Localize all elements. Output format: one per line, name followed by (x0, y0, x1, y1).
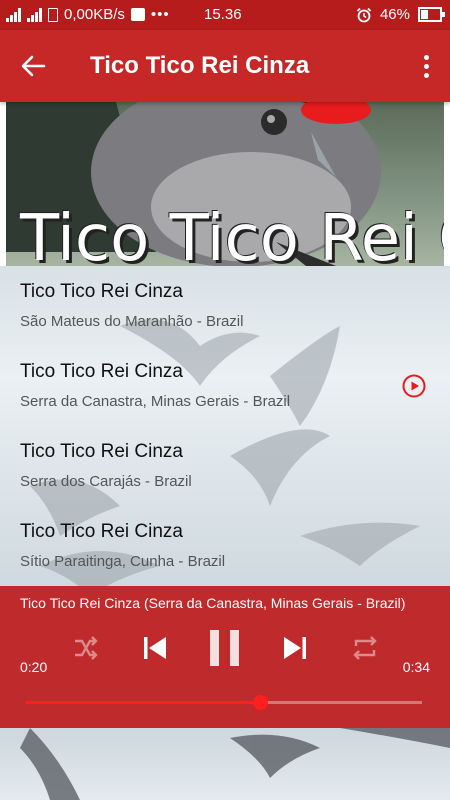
signal-icon (27, 7, 42, 22)
battery-saver-icon (48, 7, 58, 22)
previous-icon[interactable] (135, 628, 175, 668)
signal-icon (6, 7, 21, 22)
pause-icon[interactable] (205, 628, 245, 668)
next-icon[interactable] (275, 628, 315, 668)
track-title: Tico Tico Rei Cinza (20, 361, 183, 382)
track-item-3[interactable]: Tico Tico Rei Cinza Serra dos Carajás - … (0, 426, 450, 506)
seek-bar[interactable] (26, 695, 422, 710)
seek-handle[interactable] (252, 695, 268, 710)
player-panel: Tico Tico Rei Cinza (Serra da Canastra, … (0, 586, 450, 728)
status-bar: 0,00KB/s ••• 15.36 46% (0, 0, 450, 30)
track-list: Tico Tico Rei Cinza São Mateus do Maranh… (0, 266, 450, 586)
bird-photo: Tico Tico Rei Cinza (6, 102, 444, 266)
background-image (0, 728, 450, 800)
track-location: Sítio Paraitinga, Cunha - Brazil (20, 553, 226, 570)
shuffle-icon[interactable] (65, 628, 105, 668)
track-title: Tico Tico Rei Cinza (20, 521, 183, 542)
hero-image: Tico Tico Rei Cinza (0, 102, 450, 266)
clock-text: 15.36 (204, 6, 242, 23)
hero-caption: Tico Tico Rei Cinza (20, 202, 444, 266)
alarm-icon (356, 7, 372, 22)
track-title: Tico Tico Rei Cinza (20, 441, 183, 462)
more-dots-icon: ••• (150, 6, 170, 23)
now-playing-text: Tico Tico Rei Cinza (Serra da Canastra, … (20, 595, 406, 611)
battery-level (421, 10, 429, 19)
track-item-4[interactable]: Tico Tico Rei Cinza Sítio Paraitinga, Cu… (0, 506, 450, 586)
track-location: Serra dos Carajás - Brazil (20, 473, 192, 490)
repeat-icon[interactable] (345, 628, 385, 668)
track-title: Tico Tico Rei Cinza (20, 281, 183, 302)
track-location: Serra da Canastra, Minas Gerais - Brazil (20, 393, 291, 410)
speed-text: 0,00KB/s (64, 6, 125, 23)
seek-progress (26, 701, 260, 704)
page-title: Tico Tico Rei Cinza (90, 52, 310, 79)
flying-birds-background (20, 728, 450, 800)
track-location: São Mateus do Maranhão - Brazil (20, 313, 244, 330)
current-time: 0:20 (20, 659, 48, 675)
back-arrow-icon[interactable] (16, 50, 52, 82)
battery-icon (418, 7, 445, 22)
battery-percent-text: 46% (379, 6, 410, 23)
app-bar: Tico Tico Rei Cinza (0, 30, 450, 102)
track-item-1[interactable]: Tico Tico Rei Cinza São Mateus do Maranh… (0, 266, 450, 346)
now-playing-icon[interactable] (402, 374, 426, 398)
track-item-2[interactable]: Tico Tico Rei Cinza Serra da Canastra, M… (0, 346, 450, 426)
bbm-icon (130, 8, 145, 21)
total-duration: 0:34 (402, 659, 430, 675)
overflow-menu-icon[interactable] (416, 50, 436, 82)
